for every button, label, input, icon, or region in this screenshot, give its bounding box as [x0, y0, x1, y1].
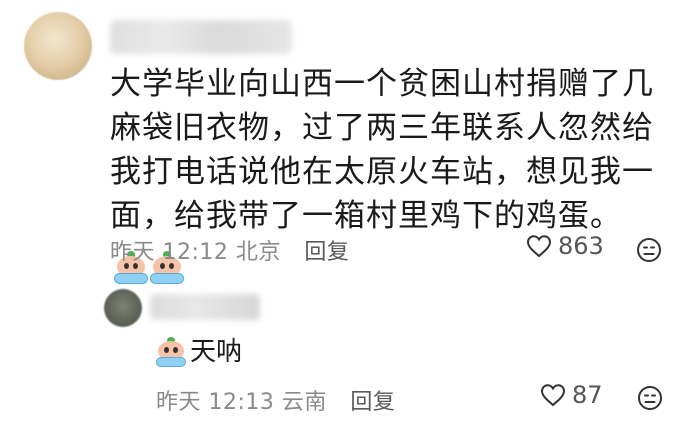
comment-text: 大学毕业向山西一个贫困山村捐赠了几麻袋旧衣物，过了两三年联系人忽然给我打电话说他…: [110, 66, 654, 234]
dislike-icon[interactable]: [637, 385, 663, 411]
dislike-icon[interactable]: [636, 237, 662, 263]
crying-emoji-icon: [156, 337, 186, 367]
comment-meta: 昨天 12:12 北京 回复: [110, 234, 349, 266]
comment-time: 昨天 12:12: [110, 240, 229, 265]
reply-time: 昨天 12:13: [156, 390, 275, 415]
like-button[interactable]: 863: [526, 232, 604, 260]
reply-meta: 昨天 12:13 云南 回复: [156, 384, 395, 416]
comment-thread: 大学毕业向山西一个贫困山村捐赠了几麻袋旧衣物，过了两三年联系人忽然给我打电话说他…: [0, 0, 700, 441]
reply-username-blurred[interactable]: [150, 294, 260, 320]
reply-reply-button[interactable]: 回复: [350, 390, 395, 415]
reply-body: 天呐: [156, 334, 242, 370]
like-count: 863: [558, 232, 604, 260]
heart-icon: [526, 235, 552, 258]
username-blurred[interactable]: [110, 20, 292, 54]
reply-like-button[interactable]: 87: [540, 381, 603, 409]
reply-location: 云南: [281, 390, 327, 415]
comment-location: 北京: [235, 240, 281, 265]
avatar[interactable]: [24, 12, 92, 80]
reply-avatar[interactable]: [104, 289, 142, 327]
reply-text: 天呐: [190, 337, 243, 367]
heart-icon: [540, 384, 566, 407]
reply-button[interactable]: 回复: [304, 240, 349, 265]
reply-like-count: 87: [572, 381, 603, 409]
